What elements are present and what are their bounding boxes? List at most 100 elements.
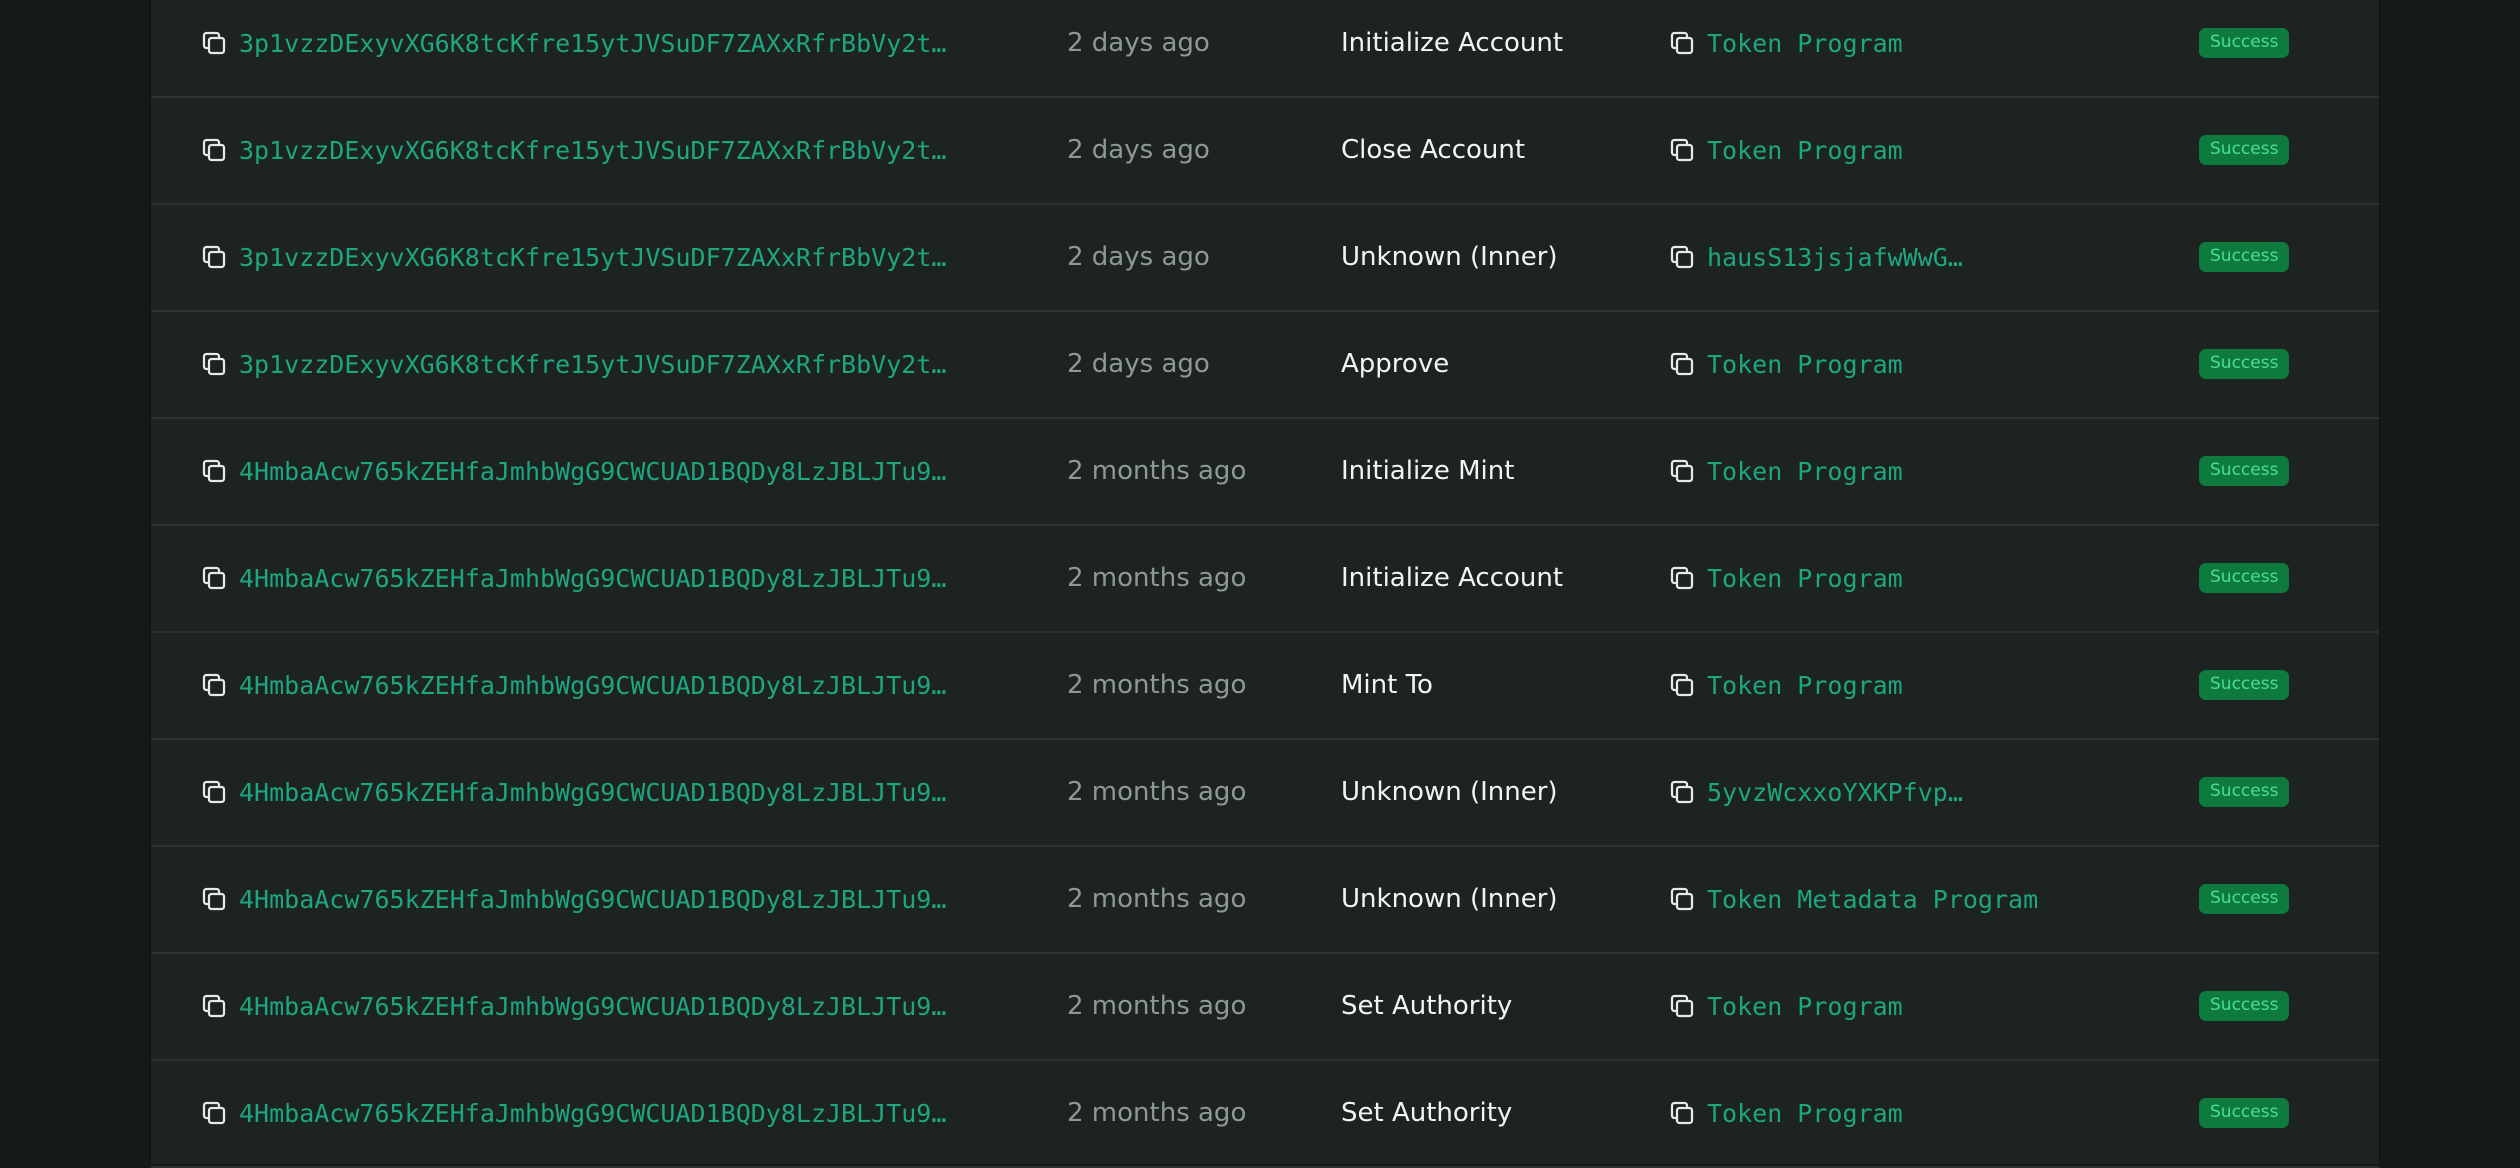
program-cell: 5yvzWcxxoYXKPfvp… bbox=[1667, 739, 2187, 845]
program-link[interactable]: 5yvzWcxxoYXKPfvp… bbox=[1707, 778, 1963, 807]
signature-cell: 4HmbaAcw765kZEHfaJmhbWgG9CWCUAD1BQDy8LzJ… bbox=[199, 953, 959, 1059]
program-cell: Token Program bbox=[1667, 1060, 2187, 1166]
result-cell: Success bbox=[2199, 97, 2319, 203]
signature-link[interactable]: 4HmbaAcw765kZEHfaJmhbWgG9CWCUAD1BQDy8LzJ… bbox=[239, 885, 959, 914]
copy-icon[interactable] bbox=[1667, 349, 1697, 379]
instruction-name: Initialize Mint bbox=[1341, 456, 1515, 486]
result-cell: Success bbox=[2199, 0, 2319, 96]
instruction-name: Unknown (Inner) bbox=[1341, 884, 1558, 914]
table-row: 4HmbaAcw765kZEHfaJmhbWgG9CWCUAD1BQDy8LzJ… bbox=[151, 1060, 2379, 1168]
program-cell: Token Program bbox=[1667, 97, 2187, 203]
copy-icon[interactable] bbox=[199, 1098, 229, 1128]
status-badge: Success bbox=[2199, 884, 2290, 914]
status-badge: Success bbox=[2199, 670, 2290, 700]
signature-link[interactable]: 4HmbaAcw765kZEHfaJmhbWgG9CWCUAD1BQDy8LzJ… bbox=[239, 457, 959, 486]
signature-cell: 4HmbaAcw765kZEHfaJmhbWgG9CWCUAD1BQDy8LzJ… bbox=[199, 418, 959, 524]
table-row: 4HmbaAcw765kZEHfaJmhbWgG9CWCUAD1BQDy8LzJ… bbox=[151, 418, 2379, 526]
copy-icon[interactable] bbox=[199, 456, 229, 486]
signature-link[interactable]: 3p1vzzDExyvXG6K8tcKfre15ytJVSuDF7ZAXxRfr… bbox=[239, 29, 959, 58]
program-link[interactable]: hausS13jsjafwWwG… bbox=[1707, 243, 1963, 272]
time-ago: 2 days ago bbox=[1067, 349, 1210, 379]
copy-icon[interactable] bbox=[1667, 135, 1697, 165]
copy-icon[interactable] bbox=[1667, 777, 1697, 807]
result-cell: Success bbox=[2199, 846, 2319, 952]
program-link[interactable]: Token Program bbox=[1707, 564, 1903, 593]
copy-icon[interactable] bbox=[1667, 456, 1697, 486]
result-cell: Success bbox=[2199, 953, 2319, 1059]
table-row: 4HmbaAcw765kZEHfaJmhbWgG9CWCUAD1BQDy8LzJ… bbox=[151, 953, 2379, 1061]
table-row: 3p1vzzDExyvXG6K8tcKfre15ytJVSuDF7ZAXxRfr… bbox=[151, 0, 2379, 98]
copy-icon[interactable] bbox=[199, 991, 229, 1021]
time-ago: 2 months ago bbox=[1067, 1098, 1247, 1128]
time-ago: 2 days ago bbox=[1067, 28, 1210, 58]
program-link[interactable]: Token Program bbox=[1707, 457, 1903, 486]
signature-link[interactable]: 4HmbaAcw765kZEHfaJmhbWgG9CWCUAD1BQDy8LzJ… bbox=[239, 564, 959, 593]
status-badge: Success bbox=[2199, 135, 2290, 165]
program-cell: Token Program bbox=[1667, 418, 2187, 524]
program-cell: Token Metadata Program bbox=[1667, 846, 2187, 952]
signature-cell: 3p1vzzDExyvXG6K8tcKfre15ytJVSuDF7ZAXxRfr… bbox=[199, 204, 959, 310]
status-badge: Success bbox=[2199, 242, 2290, 272]
table-row: 4HmbaAcw765kZEHfaJmhbWgG9CWCUAD1BQDy8LzJ… bbox=[151, 632, 2379, 740]
signature-cell: 4HmbaAcw765kZEHfaJmhbWgG9CWCUAD1BQDy8LzJ… bbox=[199, 846, 959, 952]
status-badge: Success bbox=[2199, 28, 2290, 58]
copy-icon[interactable] bbox=[199, 670, 229, 700]
copy-icon[interactable] bbox=[1667, 1098, 1697, 1128]
program-link[interactable]: Token Program bbox=[1707, 29, 1903, 58]
instruction-name: Initialize Account bbox=[1341, 28, 1564, 58]
program-link[interactable]: Token Program bbox=[1707, 671, 1903, 700]
status-badge: Success bbox=[2199, 563, 2290, 593]
instruction-name: Approve bbox=[1341, 349, 1450, 379]
signature-link[interactable]: 3p1vzzDExyvXG6K8tcKfre15ytJVSuDF7ZAXxRfr… bbox=[239, 136, 959, 165]
copy-icon[interactable] bbox=[199, 563, 229, 593]
program-cell: Token Program bbox=[1667, 953, 2187, 1059]
result-cell: Success bbox=[2199, 632, 2319, 738]
copy-icon[interactable] bbox=[1667, 563, 1697, 593]
copy-icon[interactable] bbox=[199, 777, 229, 807]
table-row: 4HmbaAcw765kZEHfaJmhbWgG9CWCUAD1BQDy8LzJ… bbox=[151, 846, 2379, 954]
signature-cell: 4HmbaAcw765kZEHfaJmhbWgG9CWCUAD1BQDy8LzJ… bbox=[199, 739, 959, 845]
signature-cell: 4HmbaAcw765kZEHfaJmhbWgG9CWCUAD1BQDy8LzJ… bbox=[199, 632, 959, 738]
copy-icon[interactable] bbox=[199, 28, 229, 58]
signature-link[interactable]: 4HmbaAcw765kZEHfaJmhbWgG9CWCUAD1BQDy8LzJ… bbox=[239, 1099, 959, 1128]
copy-icon[interactable] bbox=[199, 349, 229, 379]
time-ago: 2 months ago bbox=[1067, 670, 1247, 700]
program-link[interactable]: Token Program bbox=[1707, 136, 1903, 165]
result-cell: Success bbox=[2199, 525, 2319, 631]
program-cell: Token Program bbox=[1667, 0, 2187, 96]
program-cell: Token Program bbox=[1667, 525, 2187, 631]
result-cell: Success bbox=[2199, 739, 2319, 845]
table-row: 3p1vzzDExyvXG6K8tcKfre15ytJVSuDF7ZAXxRfr… bbox=[151, 204, 2379, 312]
copy-icon[interactable] bbox=[199, 884, 229, 914]
copy-icon[interactable] bbox=[1667, 884, 1697, 914]
program-link[interactable]: Token Metadata Program bbox=[1707, 885, 2038, 914]
program-link[interactable]: Token Program bbox=[1707, 992, 1903, 1021]
copy-icon[interactable] bbox=[199, 135, 229, 165]
copy-icon[interactable] bbox=[199, 242, 229, 272]
instruction-name: Set Authority bbox=[1341, 991, 1513, 1021]
signature-cell: 3p1vzzDExyvXG6K8tcKfre15ytJVSuDF7ZAXxRfr… bbox=[199, 311, 959, 417]
time-ago: 2 days ago bbox=[1067, 135, 1210, 165]
time-ago: 2 months ago bbox=[1067, 991, 1247, 1021]
table-row: 4HmbaAcw765kZEHfaJmhbWgG9CWCUAD1BQDy8LzJ… bbox=[151, 525, 2379, 633]
signature-link[interactable]: 4HmbaAcw765kZEHfaJmhbWgG9CWCUAD1BQDy8LzJ… bbox=[239, 992, 959, 1021]
instruction-name: Unknown (Inner) bbox=[1341, 242, 1558, 272]
signature-cell: 4HmbaAcw765kZEHfaJmhbWgG9CWCUAD1BQDy8LzJ… bbox=[199, 525, 959, 631]
table-row: 4HmbaAcw765kZEHfaJmhbWgG9CWCUAD1BQDy8LzJ… bbox=[151, 739, 2379, 847]
signature-link[interactable]: 3p1vzzDExyvXG6K8tcKfre15ytJVSuDF7ZAXxRfr… bbox=[239, 243, 959, 272]
signature-link[interactable]: 4HmbaAcw765kZEHfaJmhbWgG9CWCUAD1BQDy8LzJ… bbox=[239, 778, 959, 807]
copy-icon[interactable] bbox=[1667, 242, 1697, 272]
copy-icon[interactable] bbox=[1667, 670, 1697, 700]
status-badge: Success bbox=[2199, 991, 2290, 1021]
status-badge: Success bbox=[2199, 1098, 2290, 1128]
copy-icon[interactable] bbox=[1667, 991, 1697, 1021]
copy-icon[interactable] bbox=[1667, 28, 1697, 58]
program-link[interactable]: Token Program bbox=[1707, 350, 1903, 379]
program-link[interactable]: Token Program bbox=[1707, 1099, 1903, 1128]
signature-link[interactable]: 3p1vzzDExyvXG6K8tcKfre15ytJVSuDF7ZAXxRfr… bbox=[239, 350, 959, 379]
instruction-name: Unknown (Inner) bbox=[1341, 777, 1558, 807]
signature-link[interactable]: 4HmbaAcw765kZEHfaJmhbWgG9CWCUAD1BQDy8LzJ… bbox=[239, 671, 959, 700]
status-badge: Success bbox=[2199, 777, 2290, 807]
signature-cell: 3p1vzzDExyvXG6K8tcKfre15ytJVSuDF7ZAXxRfr… bbox=[199, 97, 959, 203]
instruction-name: Mint To bbox=[1341, 670, 1433, 700]
